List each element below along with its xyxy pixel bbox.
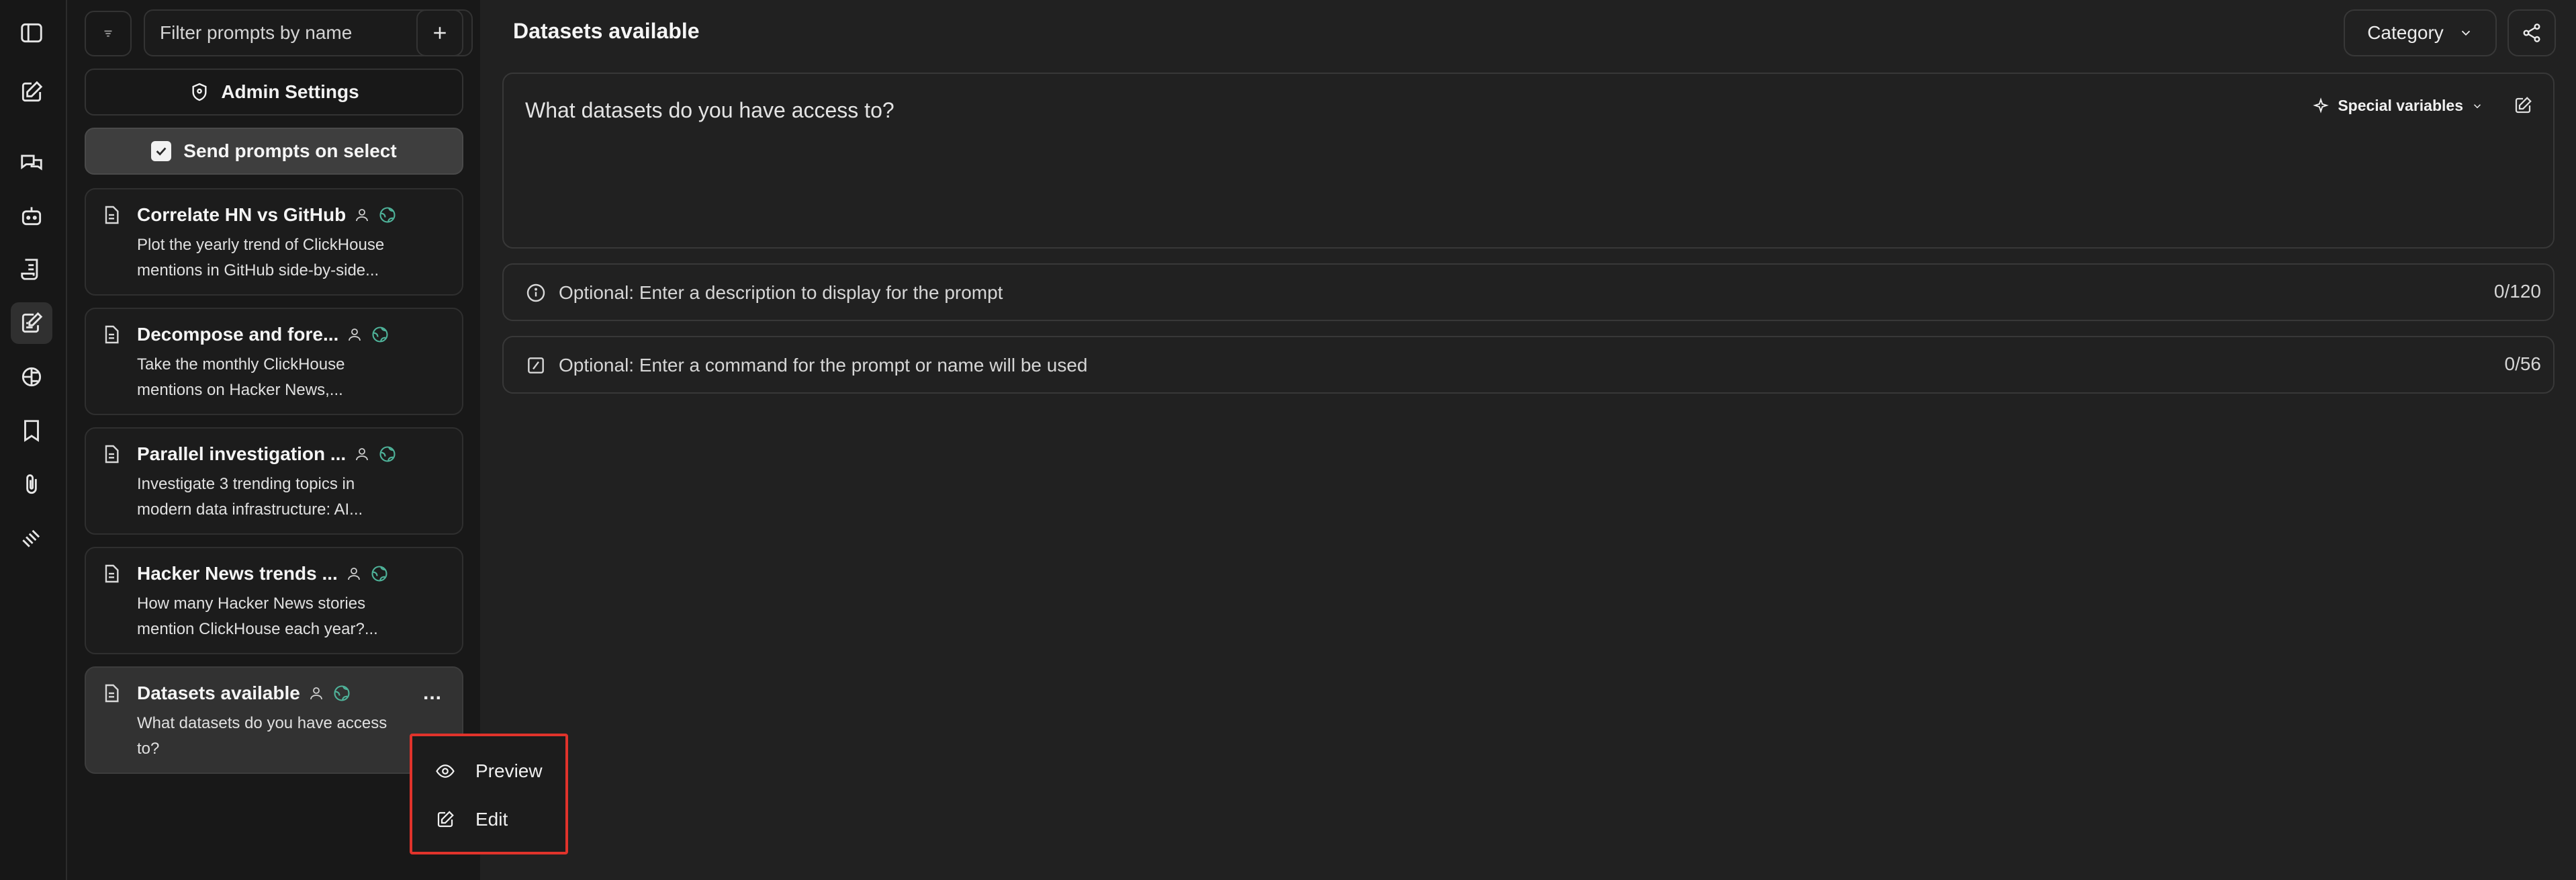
globe-icon <box>371 566 387 582</box>
chats-icon[interactable] <box>11 142 52 184</box>
special-variables-dropdown[interactable]: Special variables <box>2312 97 2483 115</box>
prompt-card-description: Plot the yearly trend of ClickHouse ment… <box>137 236 385 279</box>
document-icon <box>101 443 122 465</box>
user-icon <box>356 448 369 461</box>
filter-icon <box>104 30 112 37</box>
admin-settings-label: Admin Settings <box>221 81 359 102</box>
user-icon <box>356 209 369 222</box>
description-input[interactable] <box>557 265 2440 321</box>
new-chat-icon[interactable] <box>11 71 52 113</box>
add-prompt-button[interactable] <box>416 9 463 56</box>
chevron-down-icon <box>2473 103 2481 108</box>
prompt-card[interactable]: Hacker News trends ... How many Hacker N… <box>85 547 463 654</box>
prompt-card-title: Datasets available <box>137 683 300 703</box>
menu-item-label: Edit <box>475 809 508 830</box>
document-icon <box>101 563 122 584</box>
category-label: Category <box>2367 22 2444 43</box>
prompt-card-title-row: Parallel investigation ... <box>137 441 449 468</box>
user-icon <box>349 328 361 341</box>
prompt-card-title-row: Datasets available <box>137 680 402 707</box>
globe-icon <box>379 207 396 223</box>
menu-item-label: Preview <box>475 760 543 781</box>
command-input[interactable] <box>557 337 2440 394</box>
icon-rail <box>0 0 67 880</box>
attachment-icon[interactable] <box>11 464 52 505</box>
menu-item-edit[interactable]: Edit <box>435 806 508 833</box>
edit-icon <box>2515 97 2532 114</box>
sidebar-toggle-icon[interactable] <box>11 12 52 54</box>
edit-icon <box>437 811 454 828</box>
notes-icon[interactable] <box>11 249 52 290</box>
prompt-card-description: Take the monthly ClickHouse mentions on … <box>137 355 345 399</box>
prompt-card-description: Investigate 3 trending topics in modern … <box>137 475 363 519</box>
info-icon <box>525 282 547 304</box>
menu-item-preview[interactable]: Preview <box>435 758 543 785</box>
special-variables-label: Special variables <box>2338 97 2463 114</box>
bots-icon[interactable] <box>11 195 52 236</box>
prompt-card-title: Hacker News trends ... <box>137 563 338 584</box>
document-icon <box>101 324 122 345</box>
shield-icon <box>192 83 207 101</box>
prompts-icon[interactable] <box>11 302 52 344</box>
prompt-card-title: Decompose and fore... <box>137 324 339 345</box>
bookmark-icon[interactable] <box>11 410 52 451</box>
prompt-context-menu: Preview Edit <box>410 734 568 854</box>
prompt-card-description: What datasets do you have access to? <box>137 714 387 758</box>
more-options-button[interactable]: ... <box>418 678 447 708</box>
page-title: Datasets available <box>513 19 700 43</box>
prompt-card[interactable]: Parallel investigation ... Investigate 3… <box>85 427 463 535</box>
send-prompts-on-select-label: Send prompts on select <box>183 140 397 161</box>
prompt-card-title: Correlate HN vs GitHub <box>137 204 347 225</box>
category-dropdown[interactable]: Category <box>2344 9 2497 56</box>
document-icon <box>101 204 122 226</box>
plus-icon <box>434 27 446 39</box>
prompt-content-editor[interactable]: What datasets do you have access to? Spe… <box>502 73 2555 249</box>
plugin-icon[interactable] <box>11 517 52 559</box>
eye-icon <box>436 764 455 778</box>
prompt-card-selected[interactable]: Datasets available ... What datasets do … <box>85 666 463 774</box>
prompt-card-title-row: Hacker News trends ... <box>137 560 449 587</box>
user-icon <box>347 568 360 580</box>
prompt-card-description: How many Hacker News stories mention Cli… <box>137 595 378 638</box>
filter-button[interactable] <box>85 11 132 56</box>
prompt-card-title: Parallel investigation ... <box>137 443 347 464</box>
prompt-card-title-row: Correlate HN vs GitHub <box>137 202 449 228</box>
globe-icon <box>372 326 388 343</box>
send-prompts-on-select-toggle[interactable]: Send prompts on select <box>85 128 463 175</box>
globe-icon <box>334 685 350 701</box>
share-icon <box>2523 24 2540 42</box>
edit-content-button[interactable] <box>2513 95 2533 116</box>
admin-settings-button[interactable]: Admin Settings <box>85 69 463 116</box>
command-char-count: 0/56 <box>2504 353 2542 374</box>
description-char-count: 0/120 <box>2493 281 2541 302</box>
globe-icon <box>379 446 396 462</box>
prompt-content-text[interactable]: What datasets do you have access to? <box>525 98 894 123</box>
chevron-down-icon <box>2461 30 2470 36</box>
checkbox-checked-icon[interactable] <box>151 141 172 161</box>
brain-icon[interactable] <box>11 356 52 398</box>
prompt-card-title-row: Decompose and fore... <box>137 321 449 348</box>
command-icon <box>525 355 547 376</box>
user-icon <box>310 687 322 700</box>
description-field: 0/120 <box>502 263 2555 321</box>
prompt-card[interactable]: Correlate HN vs GitHub Plot the yearly t… <box>85 188 463 296</box>
prompt-card[interactable]: Decompose and fore... Take the monthly C… <box>85 308 463 415</box>
document-icon <box>101 683 122 704</box>
command-field: 0/56 <box>502 336 2555 394</box>
sparkle-icon <box>2313 97 2330 114</box>
share-button[interactable] <box>2508 9 2556 56</box>
